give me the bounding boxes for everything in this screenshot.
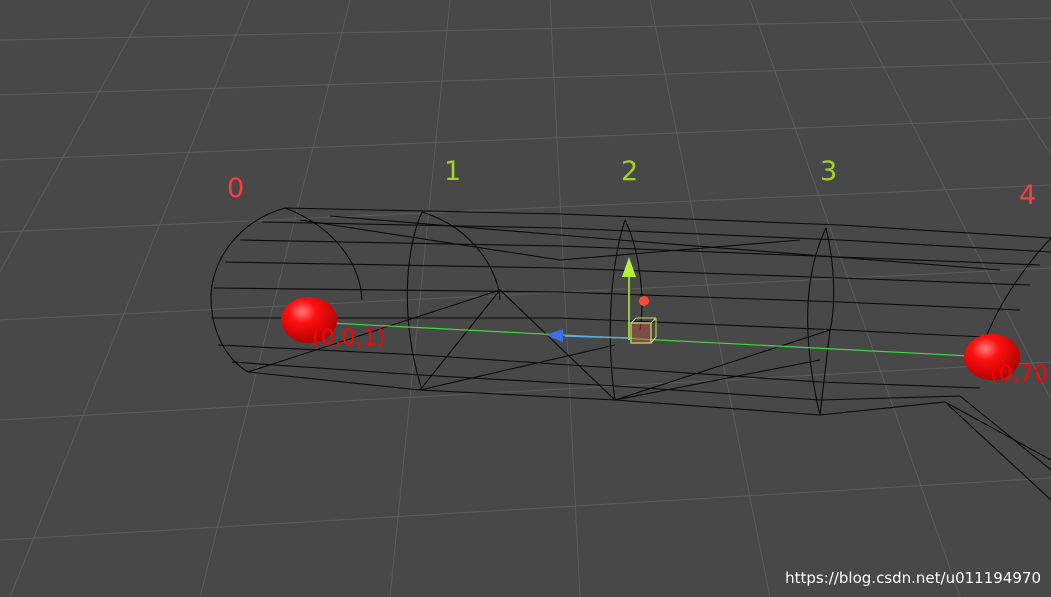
segment-label-4: 4: [1019, 180, 1037, 211]
segment-label-0: 0: [227, 173, 245, 204]
ground-grid: [0, 0, 1051, 597]
y-axis-arrow-icon[interactable]: [622, 257, 636, 277]
scene-canvas[interactable]: [0, 0, 1051, 597]
watermark-text: https://blog.csdn.net/u011194970: [785, 569, 1041, 587]
start-point-coord-label: (0,0,1): [312, 326, 386, 351]
scene-viewport[interactable]: 0 1 2 3 4 (0,0,1) (0,70 https://blog.csd…: [0, 0, 1051, 597]
pivot-icon[interactable]: [639, 296, 649, 306]
z-axis-arrow-icon[interactable]: [546, 329, 563, 342]
end-point-coord-label: (0,70: [990, 362, 1048, 387]
segment-label-1: 1: [444, 156, 462, 187]
segment-label-3: 3: [820, 156, 838, 187]
segment-label-2: 2: [621, 156, 639, 187]
center-box-icon[interactable]: [630, 322, 652, 344]
